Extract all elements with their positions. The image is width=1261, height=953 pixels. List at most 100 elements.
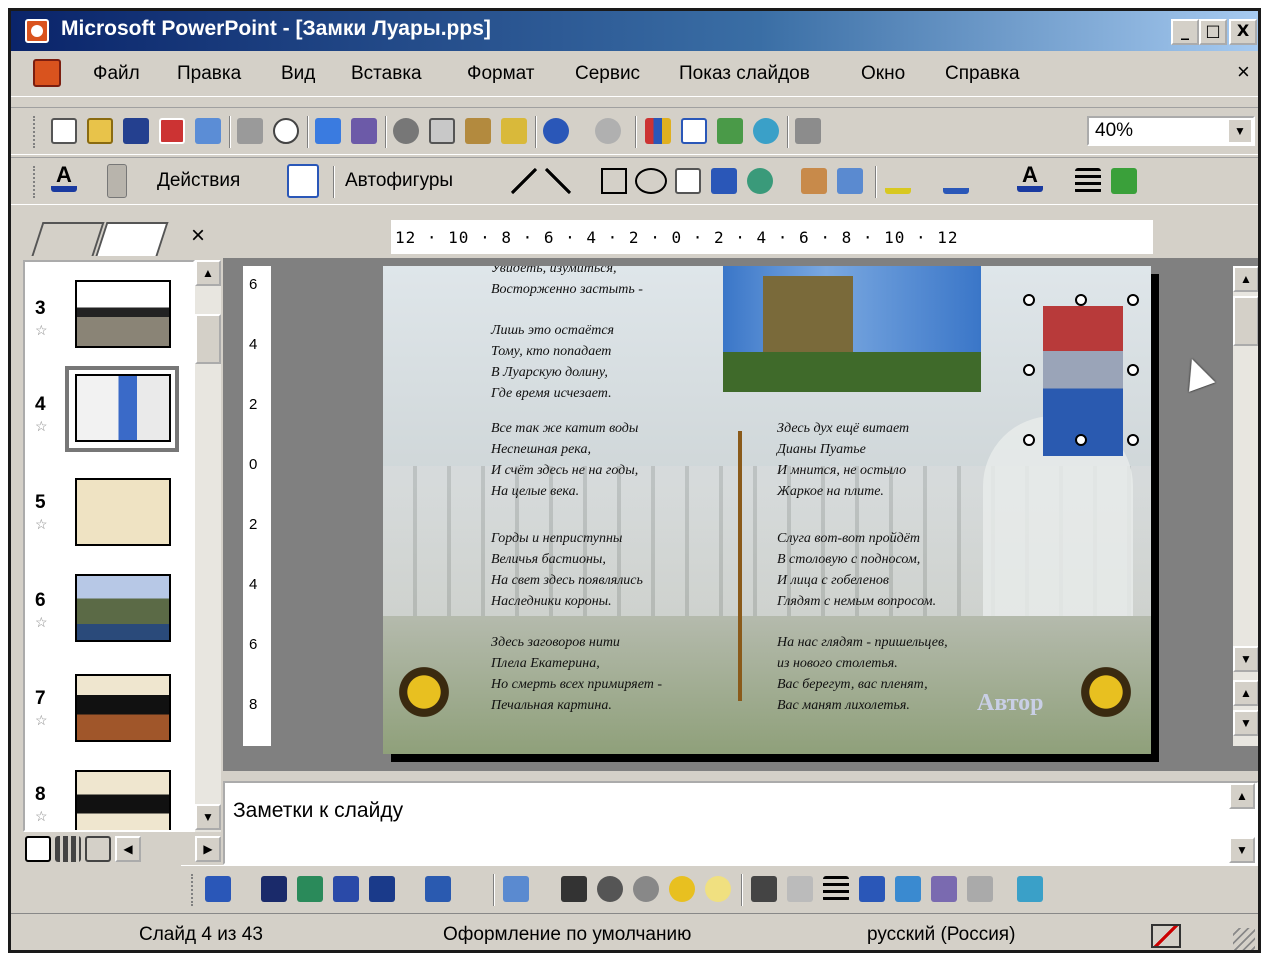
slide-thumbnail[interactable] bbox=[75, 674, 171, 742]
picture-icon[interactable] bbox=[837, 168, 863, 194]
line-style-icon[interactable] bbox=[823, 876, 849, 902]
powerpoint-app-icon[interactable] bbox=[25, 19, 49, 43]
spelling-status-icon[interactable] bbox=[1151, 924, 1181, 948]
set-transparent-color-icon[interactable] bbox=[967, 876, 993, 902]
crop-icon[interactable] bbox=[751, 876, 777, 902]
scroll-up-icon[interactable]: ▲ bbox=[195, 260, 221, 286]
more-contrast-icon[interactable] bbox=[597, 876, 623, 902]
expand-all-icon[interactable] bbox=[795, 118, 821, 144]
compress-pictures-icon[interactable] bbox=[859, 876, 885, 902]
copy-icon[interactable] bbox=[429, 118, 455, 144]
align-icon[interactable] bbox=[425, 876, 451, 902]
print-icon[interactable] bbox=[237, 118, 263, 144]
reset-picture-icon[interactable] bbox=[1017, 876, 1043, 902]
menu-tools[interactable]: Сервис bbox=[575, 63, 640, 85]
select-pointer-icon[interactable] bbox=[287, 164, 319, 198]
selection-handle[interactable] bbox=[1127, 294, 1139, 306]
menu-window[interactable]: Окно bbox=[861, 63, 905, 85]
email-icon[interactable] bbox=[195, 118, 221, 144]
hyperlink-icon[interactable] bbox=[753, 118, 779, 144]
vertical-ruler[interactable]: 6 4 2 0 2 4 6 8 bbox=[243, 266, 271, 746]
minimize-button[interactable]: _ bbox=[1171, 19, 1199, 45]
slideshow-icon[interactable] bbox=[85, 836, 111, 862]
selection-handle[interactable] bbox=[1127, 364, 1139, 376]
less-contrast-icon[interactable] bbox=[633, 876, 659, 902]
insert-table-icon[interactable] bbox=[681, 118, 707, 144]
pane-close-button[interactable]: × bbox=[191, 222, 205, 250]
actions-menu[interactable]: Действия bbox=[157, 170, 240, 192]
scroll-up-icon[interactable]: ▲ bbox=[1229, 783, 1255, 809]
menu-view[interactable]: Вид bbox=[281, 63, 315, 85]
menu-file[interactable]: Файл bbox=[93, 63, 140, 85]
cut-icon[interactable] bbox=[393, 118, 419, 144]
oval-icon[interactable] bbox=[635, 168, 667, 194]
selection-handle[interactable] bbox=[1075, 294, 1087, 306]
send-backward-icon[interactable] bbox=[333, 876, 359, 902]
zoom-select[interactable]: 40% ▼ bbox=[1087, 116, 1255, 146]
thumbnail-scrollbar[interactable]: ▲ ▼ bbox=[195, 260, 221, 832]
line-color-icon[interactable] bbox=[943, 168, 969, 194]
line-icon[interactable] bbox=[511, 168, 537, 194]
insert-chart-icon[interactable] bbox=[645, 118, 671, 144]
redo-icon[interactable] bbox=[595, 118, 621, 144]
title-bar[interactable]: Microsoft PowerPoint - [Замки Луары.pps]… bbox=[11, 11, 1258, 51]
save-icon[interactable] bbox=[123, 118, 149, 144]
scroll-down-icon[interactable]: ▼ bbox=[195, 804, 221, 830]
format-painter-icon[interactable] bbox=[501, 118, 527, 144]
slide-thumbnail[interactable] bbox=[75, 374, 171, 442]
selection-handle[interactable] bbox=[1075, 434, 1087, 446]
scroll-up-icon[interactable]: ▲ bbox=[1233, 266, 1258, 292]
selection-handle[interactable] bbox=[1023, 294, 1035, 306]
resize-grip-icon[interactable] bbox=[1233, 928, 1255, 950]
slide-thumbnail[interactable] bbox=[75, 280, 171, 348]
scroll-down-icon[interactable]: ▼ bbox=[1229, 837, 1255, 863]
next-slide-icon[interactable]: ▼ bbox=[1233, 710, 1258, 736]
permission-icon[interactable] bbox=[159, 118, 185, 144]
send-to-back-icon[interactable] bbox=[297, 876, 323, 902]
tab-outline[interactable] bbox=[31, 222, 105, 256]
rectangle-icon[interactable] bbox=[601, 168, 627, 194]
research-icon[interactable] bbox=[351, 118, 377, 144]
design-template[interactable]: Оформление по умолчанию bbox=[443, 924, 691, 946]
toolbar-options-icon[interactable] bbox=[107, 164, 127, 198]
font-color-icon[interactable]: A bbox=[1017, 164, 1043, 192]
toolbar-grip[interactable] bbox=[191, 874, 196, 906]
scroll-down-icon[interactable]: ▼ bbox=[1233, 646, 1258, 672]
font-color-icon[interactable]: A bbox=[51, 164, 77, 192]
insert-picture-icon[interactable] bbox=[503, 876, 529, 902]
bring-to-front-icon[interactable] bbox=[261, 876, 287, 902]
scroll-thumb[interactable] bbox=[1233, 296, 1258, 346]
diagram-icon[interactable] bbox=[747, 168, 773, 194]
toolbar-grip[interactable] bbox=[33, 116, 38, 148]
scroll-left-icon[interactable]: ◀ bbox=[115, 836, 141, 862]
scroll-thumb[interactable] bbox=[195, 314, 221, 364]
more-brightness-icon[interactable] bbox=[669, 876, 695, 902]
previous-slide-icon[interactable]: ▲ bbox=[1233, 680, 1258, 706]
slide-scrollbar[interactable]: ▲ ▼ ▲ ▼ bbox=[1233, 266, 1258, 746]
normal-view-icon[interactable] bbox=[25, 836, 51, 862]
new-icon[interactable] bbox=[51, 118, 77, 144]
slide-thumbnail[interactable] bbox=[75, 478, 171, 546]
selection-handle[interactable] bbox=[1023, 364, 1035, 376]
open-icon[interactable] bbox=[87, 118, 113, 144]
author-link[interactable]: Автор bbox=[977, 690, 1044, 717]
notes-pane[interactable]: Заметки к слайду ▲ ▼ bbox=[223, 781, 1258, 865]
text-box-icon[interactable] bbox=[675, 168, 701, 194]
line-style-icon[interactable] bbox=[1075, 168, 1101, 194]
undo-icon[interactable] bbox=[543, 118, 569, 144]
clipart-icon[interactable] bbox=[801, 168, 827, 194]
selection-handle[interactable] bbox=[1127, 434, 1139, 446]
close-button[interactable]: X bbox=[1229, 19, 1257, 45]
paste-icon[interactable] bbox=[465, 118, 491, 144]
menu-help[interactable]: Справка bbox=[945, 63, 1020, 85]
tables-borders-icon[interactable] bbox=[717, 118, 743, 144]
wordart-icon[interactable] bbox=[711, 168, 737, 194]
spelling-icon[interactable] bbox=[315, 118, 341, 144]
shadow-icon[interactable] bbox=[1111, 168, 1137, 194]
slide-canvas[interactable]: Увидеть, изумиться, Восторженно застыть -… bbox=[383, 266, 1151, 754]
color-icon[interactable] bbox=[561, 876, 587, 902]
slide-thumbnail-list[interactable]: 3 ☆ 4 ☆ 5 ☆ 6 ☆ 7 ☆ 8 ☆ bbox=[23, 260, 195, 832]
horizontal-ruler[interactable]: 12 · 10 · 8 · 6 · 4 · 2 · 0 · 2 · 4 · 6 … bbox=[391, 220, 1153, 254]
menu-insert[interactable]: Вставка bbox=[351, 63, 422, 85]
recolor-icon[interactable] bbox=[895, 876, 921, 902]
